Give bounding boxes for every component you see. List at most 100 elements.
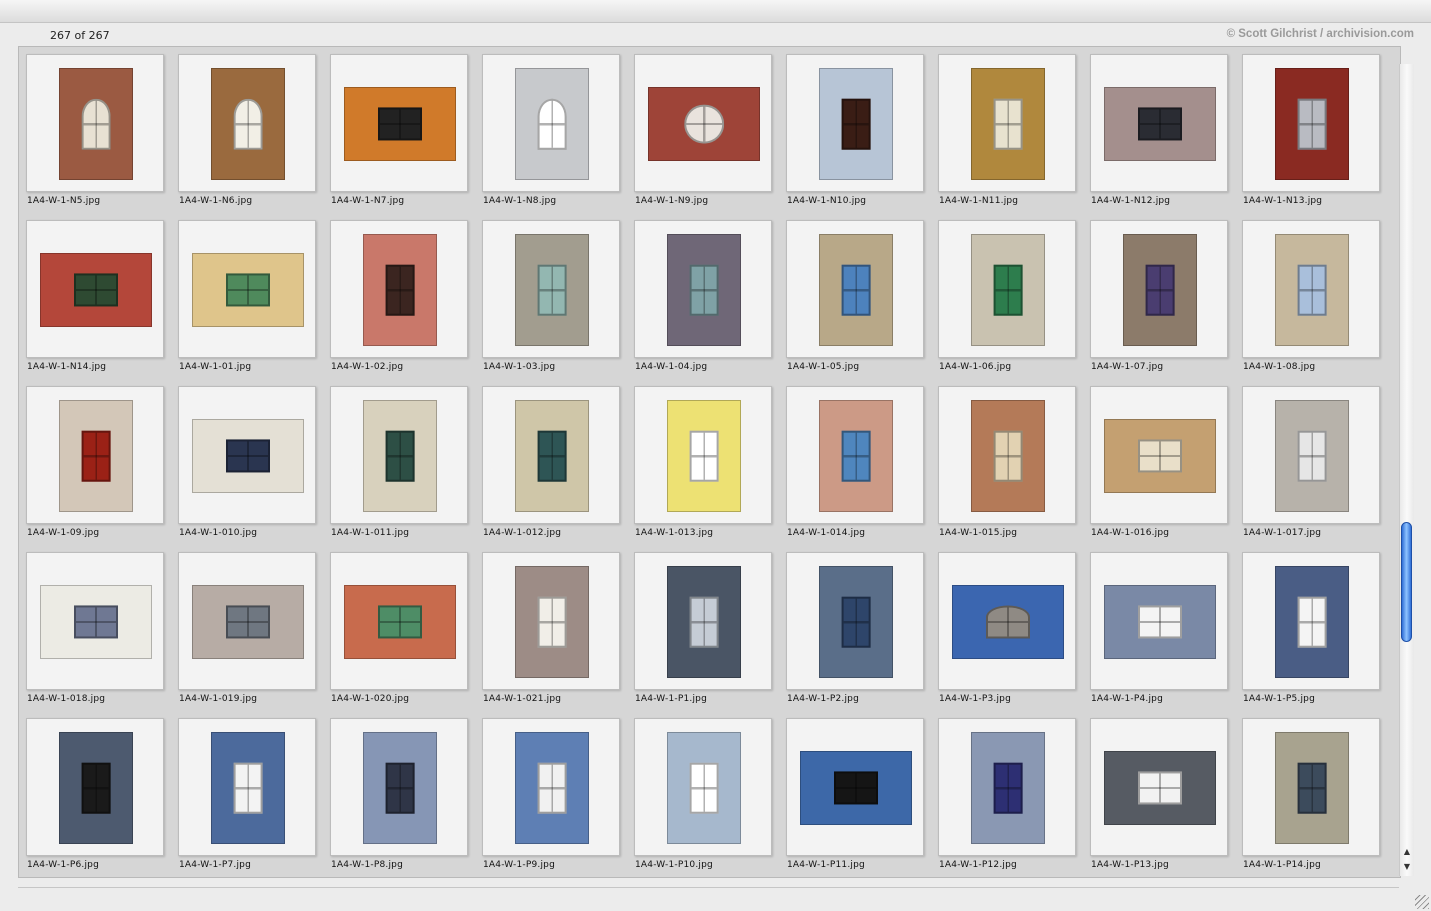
thumbnail-cell[interactable]: 1A4-W-1-010.jpg: [178, 386, 330, 552]
thumbnail-image[interactable]: [1104, 585, 1216, 659]
thumbnail-image[interactable]: [819, 68, 893, 180]
thumbnail-cell[interactable]: 1A4-W-1-P8.jpg: [330, 718, 482, 877]
thumbnail-slide[interactable]: [786, 220, 924, 358]
thumbnail-slide[interactable]: [482, 54, 620, 192]
thumbnail-slide[interactable]: [1090, 54, 1228, 192]
thumbnail-image[interactable]: [40, 585, 152, 659]
thumbnail-cell[interactable]: 1A4-W-1-P10.jpg: [634, 718, 786, 877]
thumbnail-image[interactable]: [667, 400, 741, 512]
scroll-down-arrow-icon[interactable]: ▼: [1401, 861, 1413, 873]
thumbnail-cell[interactable]: 1A4-W-1-016.jpg: [1090, 386, 1242, 552]
thumbnail-cell[interactable]: 1A4-W-1-N8.jpg: [482, 54, 634, 220]
thumbnail-image[interactable]: [800, 751, 912, 825]
thumbnail-image[interactable]: [819, 566, 893, 678]
thumbnail-slide[interactable]: [26, 220, 164, 358]
thumbnail-image[interactable]: [1275, 566, 1349, 678]
thumbnail-cell[interactable]: 1A4-W-1-P2.jpg: [786, 552, 938, 718]
thumbnail-slide[interactable]: [634, 718, 772, 856]
thumbnail-cell[interactable]: 1A4-W-1-019.jpg: [178, 552, 330, 718]
thumbnail-cell[interactable]: 1A4-W-1-013.jpg: [634, 386, 786, 552]
thumbnail-cell[interactable]: 1A4-W-1-04.jpg: [634, 220, 786, 386]
thumbnail-cell[interactable]: 1A4-W-1-N10.jpg: [786, 54, 938, 220]
thumbnail-image[interactable]: [1275, 68, 1349, 180]
thumbnail-image[interactable]: [971, 732, 1045, 844]
thumbnail-image[interactable]: [192, 419, 304, 493]
thumbnail-slide[interactable]: [786, 718, 924, 856]
thumbnail-image[interactable]: [515, 400, 589, 512]
thumbnail-slide[interactable]: [786, 386, 924, 524]
thumbnail-slide[interactable]: [26, 54, 164, 192]
thumbnail-cell[interactable]: 1A4-W-1-P6.jpg: [26, 718, 178, 877]
thumbnail-slide[interactable]: [178, 386, 316, 524]
thumbnail-slide[interactable]: [1090, 386, 1228, 524]
thumbnail-image[interactable]: [515, 234, 589, 346]
thumbnail-cell[interactable]: 1A4-W-1-03.jpg: [482, 220, 634, 386]
thumbnail-slide[interactable]: [330, 718, 468, 856]
thumbnail-cell[interactable]: 1A4-W-1-021.jpg: [482, 552, 634, 718]
thumbnail-slide[interactable]: [330, 386, 468, 524]
thumbnail-slide[interactable]: [482, 386, 620, 524]
thumbnail-cell[interactable]: 1A4-W-1-N6.jpg: [178, 54, 330, 220]
thumbnail-image[interactable]: [59, 732, 133, 844]
thumbnail-image[interactable]: [971, 68, 1045, 180]
thumbnail-slide[interactable]: [482, 552, 620, 690]
thumbnail-cell[interactable]: 1A4-W-1-P7.jpg: [178, 718, 330, 877]
thumbnail-image[interactable]: [971, 234, 1045, 346]
thumbnail-cell[interactable]: 1A4-W-1-P13.jpg: [1090, 718, 1242, 877]
thumbnail-slide[interactable]: [1090, 552, 1228, 690]
thumbnail-slide[interactable]: [178, 718, 316, 856]
thumbnail-cell[interactable]: 1A4-W-1-06.jpg: [938, 220, 1090, 386]
thumbnail-cell[interactable]: 1A4-W-1-P1.jpg: [634, 552, 786, 718]
thumbnail-slide[interactable]: [26, 552, 164, 690]
thumbnail-image[interactable]: [192, 585, 304, 659]
thumbnail-image[interactable]: [819, 234, 893, 346]
thumbnail-image[interactable]: [515, 68, 589, 180]
thumbnail-cell[interactable]: 1A4-W-1-N14.jpg: [26, 220, 178, 386]
scroll-thumb[interactable]: [1401, 522, 1412, 642]
thumbnail-image[interactable]: [40, 253, 152, 327]
thumbnail-image[interactable]: [211, 732, 285, 844]
thumbnail-cell[interactable]: 1A4-W-1-07.jpg: [1090, 220, 1242, 386]
thumbnail-image[interactable]: [363, 400, 437, 512]
thumbnail-image[interactable]: [667, 732, 741, 844]
thumbnail-image[interactable]: [819, 400, 893, 512]
thumbnail-image[interactable]: [667, 234, 741, 346]
thumbnail-cell[interactable]: 1A4-W-1-N7.jpg: [330, 54, 482, 220]
thumbnail-image[interactable]: [1104, 87, 1216, 161]
thumbnail-image[interactable]: [515, 732, 589, 844]
thumbnail-cell[interactable]: 1A4-W-1-05.jpg: [786, 220, 938, 386]
thumbnail-image[interactable]: [363, 732, 437, 844]
scroll-up-arrow-icon[interactable]: ▲: [1401, 846, 1413, 858]
thumbnail-slide[interactable]: [482, 220, 620, 358]
thumbnail-slide[interactable]: [178, 552, 316, 690]
thumbnail-cell[interactable]: 1A4-W-1-02.jpg: [330, 220, 482, 386]
thumbnail-image[interactable]: [344, 585, 456, 659]
thumbnail-cell[interactable]: 1A4-W-1-P14.jpg: [1242, 718, 1394, 877]
thumbnail-image[interactable]: [1275, 732, 1349, 844]
thumbnail-image[interactable]: [1275, 400, 1349, 512]
thumbnail-cell[interactable]: 1A4-W-1-P5.jpg: [1242, 552, 1394, 718]
thumbnail-slide[interactable]: [1242, 386, 1380, 524]
thumbnail-cell[interactable]: 1A4-W-1-01.jpg: [178, 220, 330, 386]
thumbnail-slide[interactable]: [482, 718, 620, 856]
thumbnail-cell[interactable]: 1A4-W-1-P12.jpg: [938, 718, 1090, 877]
thumbnail-slide[interactable]: [634, 220, 772, 358]
thumbnail-slide[interactable]: [1242, 718, 1380, 856]
thumbnail-cell[interactable]: 1A4-W-1-N5.jpg: [26, 54, 178, 220]
thumbnail-image[interactable]: [515, 566, 589, 678]
thumbnail-slide[interactable]: [1242, 552, 1380, 690]
thumbnail-image[interactable]: [667, 566, 741, 678]
thumbnail-slide[interactable]: [938, 54, 1076, 192]
thumbnail-slide[interactable]: [938, 552, 1076, 690]
thumbnail-slide[interactable]: [634, 386, 772, 524]
thumbnail-image[interactable]: [363, 234, 437, 346]
thumbnail-cell[interactable]: 1A4-W-1-012.jpg: [482, 386, 634, 552]
thumbnail-slide[interactable]: [938, 386, 1076, 524]
thumbnail-cell[interactable]: 1A4-W-1-020.jpg: [330, 552, 482, 718]
thumbnail-slide[interactable]: [938, 220, 1076, 358]
thumbnail-slide[interactable]: [634, 552, 772, 690]
thumbnail-cell[interactable]: 1A4-W-1-014.jpg: [786, 386, 938, 552]
thumbnail-cell[interactable]: 1A4-W-1-09.jpg: [26, 386, 178, 552]
thumbnail-slide[interactable]: [938, 718, 1076, 856]
thumbnail-cell[interactable]: 1A4-W-1-011.jpg: [330, 386, 482, 552]
